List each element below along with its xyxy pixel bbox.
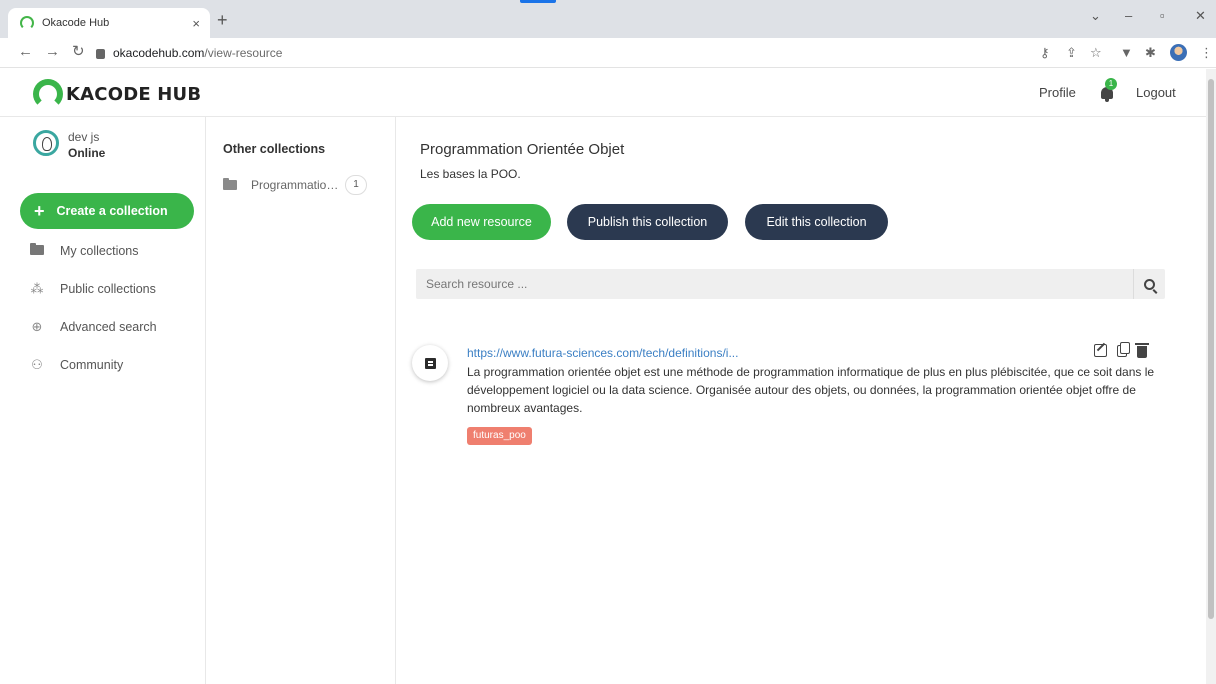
back-icon[interactable]: ←	[18, 43, 33, 61]
address-bar[interactable]: okacodehub.com/view-resource	[96, 42, 1026, 64]
tab-search-icon[interactable]: ⌄	[1090, 8, 1101, 24]
maximize-icon[interactable]: ▫	[1160, 8, 1165, 23]
share-icon[interactable]: ⇪	[1066, 45, 1077, 61]
notification-badge: 1	[1105, 78, 1117, 90]
sidebar-item-label: Advanced search	[60, 320, 157, 334]
notifications-bell-icon[interactable]: 1	[1099, 78, 1117, 103]
collection-item-label: Programmation O...	[251, 178, 343, 192]
collection-description: Les bases la POO.	[420, 167, 521, 181]
url-host: okacodehub.com	[113, 46, 205, 60]
app-logo[interactable]: KACODE HUB	[33, 79, 201, 109]
extensions-puzzle-icon[interactable]: ✱	[1145, 45, 1156, 61]
key-icon[interactable]: ⚷	[1040, 45, 1050, 61]
cubes-icon: ⁂	[30, 281, 44, 296]
lock-icon	[96, 49, 105, 59]
user-card: dev js Online	[33, 130, 105, 160]
page-scrollbar[interactable]	[1206, 69, 1216, 684]
extension-v-icon[interactable]: ▼	[1120, 45, 1133, 60]
other-collections-heading: Other collections	[223, 142, 326, 156]
collection-item-count: 1	[345, 175, 367, 195]
plus-icon: +	[34, 201, 45, 221]
search-button[interactable]	[1133, 269, 1165, 299]
minimize-icon[interactable]: –	[1125, 8, 1132, 23]
okacode-favicon-icon	[20, 16, 34, 30]
new-tab-button[interactable]: +	[217, 10, 228, 30]
trash-icon[interactable]	[1135, 343, 1149, 358]
browser-tab[interactable]: Okacode Hub ×	[8, 8, 210, 38]
loading-indicator	[520, 0, 556, 3]
browser-menu-icon[interactable]: ⋮	[1200, 45, 1213, 61]
bookmark-star-icon[interactable]: ☆	[1090, 45, 1102, 61]
create-collection-label: Create a collection	[56, 204, 168, 218]
users-icon: ⚇	[31, 357, 43, 372]
resource-tag[interactable]: futuras_poo	[467, 427, 532, 445]
other-collections-panel: Other collections Programmation O... 1	[206, 117, 396, 684]
profile-link[interactable]: Profile	[1039, 85, 1076, 100]
search-plus-icon: ⊕	[31, 319, 43, 334]
add-new-resource-button[interactable]: Add new resource	[412, 204, 551, 240]
resource-type-badge	[412, 345, 448, 381]
bell-clapper	[1105, 99, 1109, 102]
close-window-icon[interactable]: ✕	[1195, 8, 1206, 24]
browser-toolbar: ← → ↻ okacodehub.com/view-resource ⚷ ⇪ ☆…	[0, 38, 1216, 68]
tab-close-icon[interactable]: ×	[192, 16, 200, 31]
folder-icon	[28, 243, 46, 258]
logout-link[interactable]: Logout	[1136, 85, 1176, 100]
logo-ring-icon	[33, 79, 63, 109]
sidebar-item-label: My collections	[60, 243, 139, 258]
sidebar-item-public-collections[interactable]: ⁂ Public collections	[28, 281, 156, 297]
app-header: KACODE HUB Profile 1 Logout	[0, 69, 1206, 117]
scrollbar-thumb[interactable]	[1208, 79, 1214, 619]
resource-description: La programmation orientée objet est une …	[467, 365, 1155, 415]
sidebar-item-advanced-search[interactable]: ⊕ Advanced search	[28, 319, 157, 335]
edit-icon[interactable]	[1094, 344, 1107, 357]
url-path: /view-resource	[204, 46, 283, 60]
folder-icon	[223, 178, 237, 190]
sidebar-item-my-collections[interactable]: My collections	[28, 243, 139, 258]
publish-collection-button[interactable]: Publish this collection	[567, 204, 728, 240]
browser-tabstrip: Okacode Hub × + ⌄ – ▫ ✕	[0, 0, 1216, 38]
logo-text: KACODE HUB	[66, 83, 202, 105]
document-icon	[424, 357, 436, 369]
sidebar-item-label: Community	[60, 358, 124, 372]
reload-icon[interactable]: ↻	[72, 43, 85, 61]
collection-item[interactable]: Programmation O... 1	[223, 175, 383, 195]
tab-title: Okacode Hub	[42, 17, 110, 29]
resource-link[interactable]: https://www.futura-sciences.com/tech/def…	[467, 346, 738, 360]
search-icon	[1144, 278, 1155, 290]
user-avatar	[33, 130, 59, 156]
user-name: dev js	[68, 130, 100, 144]
create-collection-button[interactable]: + Create a collection	[20, 193, 194, 229]
user-status: Online	[68, 146, 106, 160]
edit-collection-button[interactable]: Edit this collection	[745, 204, 888, 240]
resource-search	[416, 269, 1165, 299]
search-input[interactable]	[416, 269, 1133, 299]
sidebar-item-community[interactable]: ⚇ Community	[28, 357, 123, 373]
browser-profile-avatar[interactable]	[1170, 44, 1187, 61]
resource-actions	[1094, 342, 1149, 358]
sidebar-item-label: Public collections	[60, 282, 156, 296]
left-sidebar: dev js Online + Create a collection My c…	[0, 117, 206, 684]
collection-main: Programmation Orientée Objet Les bases l…	[396, 117, 1206, 684]
collection-title: Programmation Orientée Objet	[420, 141, 625, 158]
forward-icon[interactable]: →	[45, 43, 60, 61]
copy-icon[interactable]	[1117, 342, 1130, 357]
